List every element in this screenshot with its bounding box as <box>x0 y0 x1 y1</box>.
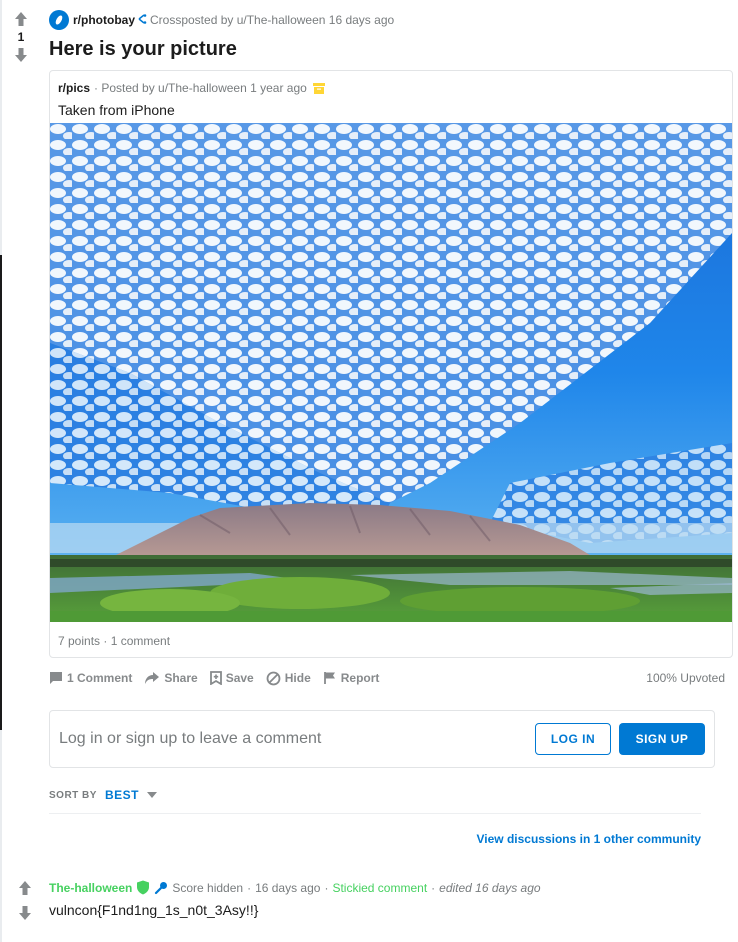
comment-score: Score hidden <box>172 880 244 895</box>
report-button[interactable]: Report <box>323 671 380 685</box>
sort-control: SORT BY BEST <box>49 788 157 802</box>
moderator-shield-icon <box>136 880 150 895</box>
chevron-down-icon[interactable] <box>146 792 157 798</box>
left-border-dark <box>0 255 2 730</box>
crosspost-time[interactable]: 1 year ago <box>250 81 307 95</box>
comment-prompt: Log in or sign up to leave a comment <box>59 730 322 747</box>
sort-divider <box>49 813 701 814</box>
crosspost-posted-by[interactable]: · Posted by u/The-halloween <box>94 81 247 95</box>
sort-label: SORT BY <box>49 789 97 801</box>
crosspost-title[interactable]: Taken from iPhone <box>58 102 175 118</box>
comments-button[interactable]: 1 Comment <box>49 671 132 685</box>
crosspost-stats[interactable]: 7 points · 1 comment <box>58 634 170 648</box>
downvote-icon[interactable] <box>10 46 32 64</box>
archive-icon <box>312 82 325 94</box>
share-button[interactable]: Share <box>144 671 198 685</box>
post-subreddit-link[interactable]: r/photobay <box>73 13 135 27</box>
meta-separator: · <box>324 880 329 895</box>
comment-meta: The-halloween Score hidden · 16 days ago… <box>49 880 541 895</box>
comment-upvote-icon[interactable] <box>18 880 32 901</box>
crosspost-card[interactable]: r/pics · Posted by u/The-halloween 1 yea… <box>49 70 733 658</box>
comment-time[interactable]: 16 days ago <box>255 881 320 895</box>
meta-separator: · <box>247 880 252 895</box>
login-button[interactable]: LOG IN <box>535 723 611 755</box>
left-border <box>0 0 2 942</box>
crosspost-icon <box>138 13 148 27</box>
upvote-icon[interactable] <box>10 10 32 28</box>
share-label: Share <box>164 671 198 685</box>
comment-icon <box>50 672 62 684</box>
comments-label: 1 Comment <box>67 671 133 685</box>
other-discussions-link[interactable]: View discussions in 1 other community <box>476 832 701 846</box>
meta-separator: · <box>431 880 436 895</box>
comment-vote-column <box>16 880 34 926</box>
comment-login-box: Log in or sign up to leave a comment LOG… <box>49 710 715 768</box>
upvote-ratio: 100% Upvoted <box>646 671 725 685</box>
save-icon <box>209 671 222 685</box>
post-score: 1 <box>17 30 25 44</box>
crosspost-by[interactable]: Crossposted by u/The-halloween <box>150 13 325 27</box>
crosspost-meta: r/pics · Posted by u/The-halloween 1 yea… <box>58 81 325 95</box>
post-time[interactable]: 16 days ago <box>329 13 394 27</box>
sort-dropdown[interactable]: BEST <box>105 788 139 802</box>
comment-author[interactable]: The-halloween <box>49 881 132 895</box>
report-label: Report <box>340 671 380 685</box>
flag-icon <box>323 672 335 684</box>
edited-label: edited 16 days ago <box>439 880 541 895</box>
save-label: Save <box>225 671 254 685</box>
comment-body: vulncon{F1nd1ng_1s_n0t_3Asy!!} <box>49 902 259 918</box>
microphone-icon <box>154 881 168 895</box>
post-title[interactable]: Here is your picture <box>49 38 237 61</box>
share-icon <box>145 672 160 684</box>
hide-button[interactable]: Hide <box>266 671 311 686</box>
hide-label: Hide <box>284 671 311 685</box>
crosspost-subreddit-link[interactable]: r/pics <box>58 81 90 95</box>
post-image-sky-clouds-mountain[interactable] <box>50 123 732 622</box>
stickied-label: Stickied comment <box>332 880 428 895</box>
post-action-bar: 1 Comment Share Save Hide Report 100% Up… <box>49 668 729 688</box>
post-meta: r/photobay Crossposted by u/The-hallowee… <box>49 10 394 30</box>
comment-downvote-icon[interactable] <box>18 905 32 926</box>
save-button[interactable]: Save <box>209 671 254 685</box>
subreddit-icon[interactable] <box>49 10 69 30</box>
post-vote-column: 1 <box>10 10 32 64</box>
hide-icon <box>266 671 281 685</box>
signup-button[interactable]: SIGN UP <box>619 723 705 755</box>
